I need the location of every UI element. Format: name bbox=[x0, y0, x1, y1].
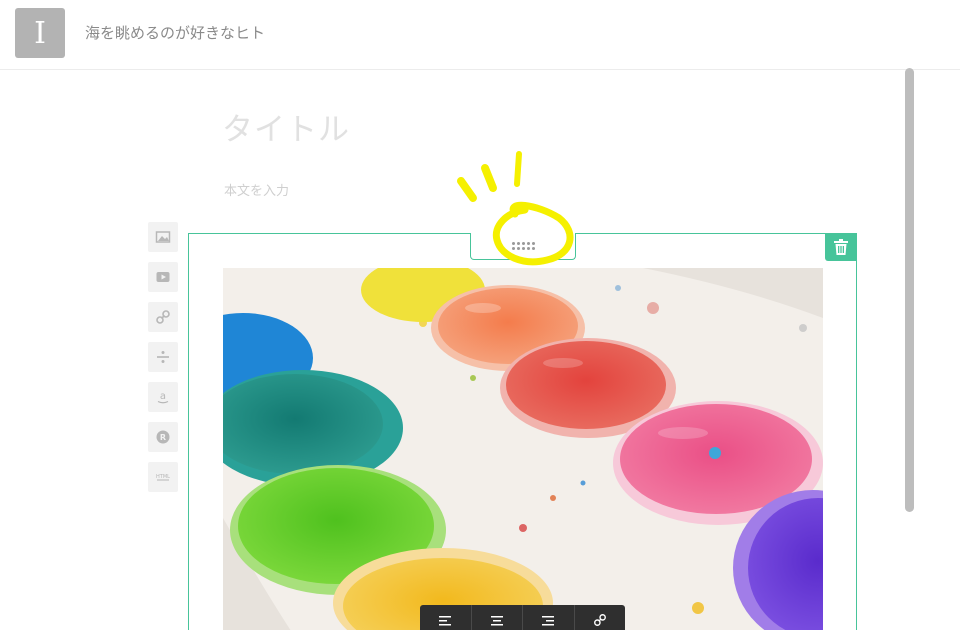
insert-html-button[interactable]: HTML bbox=[148, 462, 178, 492]
watercolor-palette-image bbox=[223, 268, 823, 630]
align-center-button[interactable] bbox=[472, 605, 523, 630]
drag-handle[interactable] bbox=[470, 233, 576, 260]
insert-divider-button[interactable] bbox=[148, 342, 178, 372]
delete-block-button[interactable] bbox=[825, 233, 857, 261]
divider-icon bbox=[157, 351, 169, 363]
svg-text:R: R bbox=[160, 433, 166, 442]
scrollbar[interactable] bbox=[905, 68, 914, 512]
title-input[interactable]: タイトル bbox=[222, 104, 822, 149]
blog-name[interactable]: 海を眺めるのが好きなヒト bbox=[85, 22, 265, 43]
insert-amazon-button[interactable]: a bbox=[148, 382, 178, 412]
image-link-button[interactable] bbox=[575, 605, 626, 630]
editor-app: I 海を眺めるのが好きなヒト タイトル 本文を入力 a R HTML bbox=[0, 0, 960, 630]
amazon-icon: a bbox=[157, 391, 169, 404]
body-input[interactable]: 本文を入力 bbox=[224, 180, 289, 199]
html-icon: HTML bbox=[156, 474, 170, 481]
video-icon bbox=[156, 272, 170, 282]
image-block[interactable] bbox=[188, 233, 857, 630]
insert-rakuten-button[interactable]: R bbox=[148, 422, 178, 452]
insert-toolbar: a R HTML bbox=[148, 222, 178, 502]
align-left-button[interactable] bbox=[420, 605, 472, 630]
image-icon bbox=[155, 231, 171, 243]
drag-dots-icon bbox=[511, 242, 535, 250]
insert-image-button[interactable] bbox=[148, 222, 178, 252]
svg-text:HTML: HTML bbox=[156, 474, 170, 480]
insert-video-button[interactable] bbox=[148, 262, 178, 292]
rakuten-icon: R bbox=[156, 430, 170, 444]
link-icon bbox=[593, 614, 606, 626]
image-align-toolbar bbox=[420, 605, 625, 630]
insert-link-button[interactable] bbox=[148, 302, 178, 332]
trash-icon bbox=[834, 239, 848, 255]
align-center-icon bbox=[490, 616, 503, 626]
align-right-button[interactable] bbox=[523, 605, 575, 630]
block-image[interactable] bbox=[223, 268, 823, 630]
svg-text:a: a bbox=[160, 391, 166, 402]
align-right-icon bbox=[542, 616, 555, 626]
header: I 海を眺めるのが好きなヒト bbox=[0, 0, 960, 70]
blog-avatar[interactable]: I bbox=[15, 8, 65, 58]
link-icon bbox=[156, 310, 170, 324]
align-left-icon bbox=[439, 616, 452, 626]
